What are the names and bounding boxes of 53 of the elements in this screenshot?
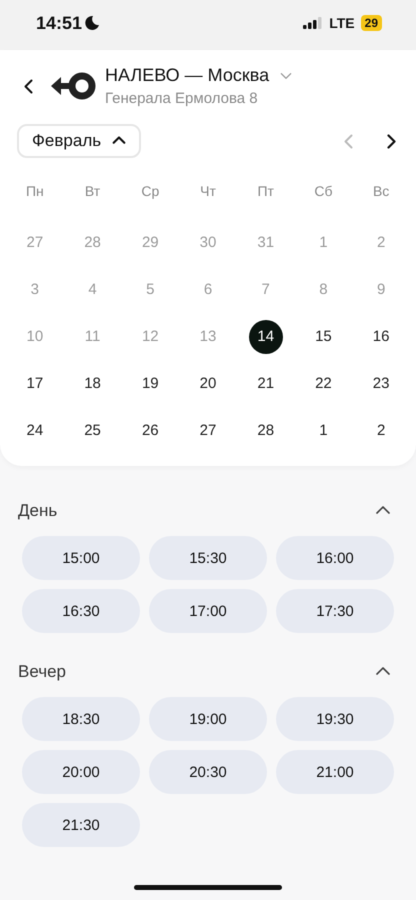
calendar-day[interactable]: 18 [76, 366, 110, 400]
time-slot[interactable]: 15:00 [22, 536, 140, 580]
time-slot[interactable]: 19:30 [276, 697, 394, 741]
calendar-day[interactable]: 25 [76, 414, 110, 448]
calendar-day[interactable]: 1 [306, 414, 340, 448]
network-label: LTE [329, 15, 355, 31]
battery-indicator: 29 [360, 15, 382, 31]
status-time: 14:51 [36, 12, 82, 34]
chevron-right-icon [387, 134, 396, 148]
month-selector[interactable]: Февраль [17, 124, 142, 158]
time-slot[interactable]: 18:30 [22, 697, 140, 741]
chevron-left-icon [24, 78, 33, 94]
calendar-day[interactable]: 15 [306, 320, 340, 354]
time-slot[interactable]: 15:30 [149, 536, 267, 580]
moon-icon [84, 15, 100, 31]
calendar-day[interactable]: 21 [248, 366, 283, 400]
time-slot[interactable]: 20:30 [149, 750, 267, 794]
venue-address: Генерала Ермолова 8 [105, 90, 259, 107]
calendar-day[interactable]: 14 [248, 320, 283, 354]
calendar-day[interactable]: 16 [364, 320, 398, 354]
logo-icon [49, 71, 97, 101]
calendar-day[interactable]: 20 [190, 366, 225, 400]
chevron-left-icon [344, 134, 353, 148]
section-title: День [18, 501, 58, 521]
weekday-label: Сб [314, 183, 332, 199]
next-month-button[interactable] [385, 132, 398, 150]
calendar-day[interactable]: 22 [306, 366, 340, 400]
time-slot[interactable]: 20:00 [22, 750, 140, 794]
weekday-label: Пн [26, 183, 44, 199]
time-slot[interactable]: 19:00 [149, 697, 267, 741]
weekday-label: Ср [141, 183, 160, 199]
time-slot[interactable]: 16:30 [22, 589, 140, 633]
section-title: Вечер [18, 662, 66, 682]
weekday-label: Вт [84, 183, 100, 199]
back-button[interactable] [22, 76, 35, 96]
time-slot[interactable]: 21:00 [276, 750, 394, 794]
calendar-day[interactable]: 19 [133, 366, 168, 400]
calendar-day[interactable]: 2 [364, 414, 398, 448]
signal-icon [303, 17, 324, 29]
calendar-day[interactable]: 26 [133, 414, 168, 448]
calendar-day[interactable]: 27 [190, 414, 225, 448]
calendar-day[interactable]: 17 [18, 366, 52, 400]
weekday-label: Пт [257, 183, 274, 199]
time-slot[interactable]: 16:00 [276, 536, 394, 580]
time-slot[interactable]: 21:30 [22, 803, 140, 847]
weekday-label: Вс [372, 183, 390, 199]
time-slot[interactable]: 17:30 [276, 589, 394, 633]
time-slot[interactable]: 17:00 [149, 589, 267, 633]
venue-title: НАЛЕВО — Москва [105, 65, 270, 86]
calendar-day[interactable]: 24 [18, 414, 52, 448]
calendar-day[interactable]: 23 [364, 366, 398, 400]
calendar-day[interactable]: 28 [248, 414, 283, 448]
weekday-label: Чт [200, 183, 216, 199]
